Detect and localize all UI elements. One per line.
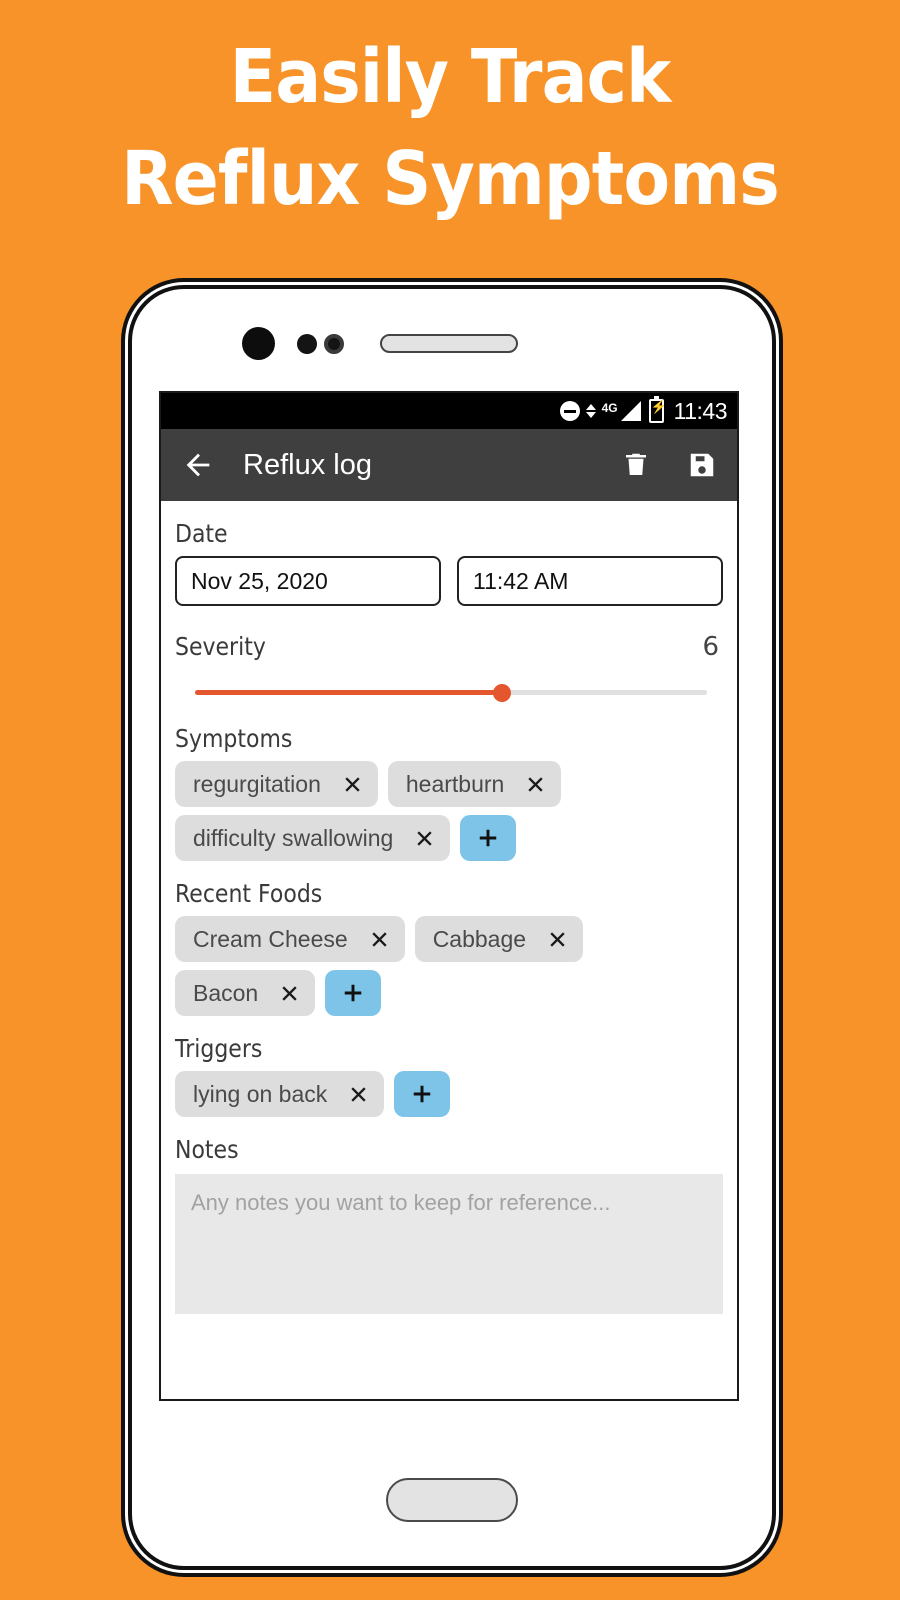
home-button[interactable] [386, 1478, 518, 1522]
chip-item[interactable]: lying on back [175, 1071, 385, 1117]
reflux-log-form: Date Nov 25, 2020 11:42 AM Severity 6 Sy… [161, 519, 737, 1314]
symptoms-chip-group: regurgitation heartburn difficulty swall… [175, 761, 723, 861]
notes-section-label: Notes [175, 1135, 239, 1164]
headline-line-2: Reflux Symptoms [121, 136, 780, 223]
chip-item[interactable]: heartburn [387, 761, 562, 807]
notes-input[interactable]: Any notes you want to keep for reference… [175, 1174, 723, 1314]
recent-foods-chip-group: Cream Cheese Cabbage Bacon [175, 916, 723, 1016]
chip-label: regurgitation [193, 770, 321, 797]
chip-item[interactable]: Bacon [175, 970, 316, 1016]
chip-label: heartburn [405, 770, 505, 797]
triggers-section-label: Triggers [175, 1034, 263, 1063]
chip-label: Cream Cheese [193, 925, 348, 952]
battery-charging-icon [648, 396, 664, 423]
phone-mockup: 4G 11:43 Reflux log Date Nov 25, 2020 [128, 285, 776, 1570]
proximity-sensor-icon [324, 334, 344, 354]
trash-icon[interactable] [621, 450, 651, 480]
headline-line-1: Easily Track [229, 34, 672, 120]
recent-foods-section-label: Recent Foods [175, 879, 323, 908]
phone-top-bezel [132, 289, 772, 385]
slider-fill [195, 690, 503, 695]
add-trigger-button[interactable] [394, 1071, 451, 1117]
chip-label: difficulty swallowing [193, 824, 394, 851]
data-transfer-arrows-icon [585, 404, 596, 418]
date-input[interactable]: Nov 25, 2020 [175, 556, 441, 606]
symptoms-section-label: Symptoms [175, 724, 293, 753]
time-input[interactable]: 11:42 AM [457, 556, 723, 606]
plus-icon [480, 829, 497, 847]
close-icon[interactable] [370, 930, 389, 949]
close-icon[interactable] [526, 775, 545, 794]
signal-icon [620, 401, 641, 421]
back-arrow-icon[interactable] [181, 448, 215, 482]
close-icon[interactable] [343, 775, 362, 794]
severity-header: Severity 6 [175, 632, 723, 662]
page-title: Reflux log [243, 448, 372, 481]
plus-icon [414, 1085, 431, 1103]
close-icon[interactable] [548, 930, 567, 949]
floppy-save-icon[interactable] [687, 450, 717, 480]
front-camera-icon [242, 327, 275, 360]
sensor-dot-icon [297, 334, 317, 354]
triggers-chip-group: lying on back [175, 1071, 723, 1117]
chip-label: Bacon [193, 979, 259, 1006]
close-icon[interactable] [280, 984, 299, 1003]
chip-item[interactable]: difficulty swallowing [175, 815, 451, 861]
chip-label: lying on back [193, 1080, 328, 1107]
status-bar-clock: 11:43 [673, 397, 728, 424]
close-icon[interactable] [349, 1085, 368, 1104]
close-icon[interactable] [415, 829, 434, 848]
severity-slider[interactable] [195, 678, 707, 706]
add-symptom-button[interactable] [460, 815, 517, 861]
chip-label: Cabbage [432, 925, 527, 952]
slider-thumb[interactable] [493, 684, 512, 702]
do-not-disturb-icon [559, 401, 580, 421]
earpiece-speaker [380, 334, 518, 353]
severity-value: 6 [702, 632, 719, 662]
app-toolbar: Reflux log [161, 429, 737, 501]
status-bar: 4G 11:43 [161, 393, 737, 429]
chip-item[interactable]: regurgitation [175, 761, 378, 807]
date-time-row: Nov 25, 2020 11:42 AM [175, 556, 723, 606]
add-food-button[interactable] [325, 970, 382, 1016]
date-section-label: Date [175, 519, 228, 548]
promo-headline: Easily Track Reflux Symptoms [36, 26, 864, 230]
plus-icon [344, 984, 362, 1002]
network-type-label: 4G [601, 400, 618, 415]
chip-item[interactable]: Cream Cheese [175, 916, 405, 962]
severity-section-label: Severity [175, 632, 266, 661]
chip-item[interactable]: Cabbage [414, 916, 584, 962]
phone-screen: 4G 11:43 Reflux log Date Nov 25, 2020 [159, 391, 739, 1401]
